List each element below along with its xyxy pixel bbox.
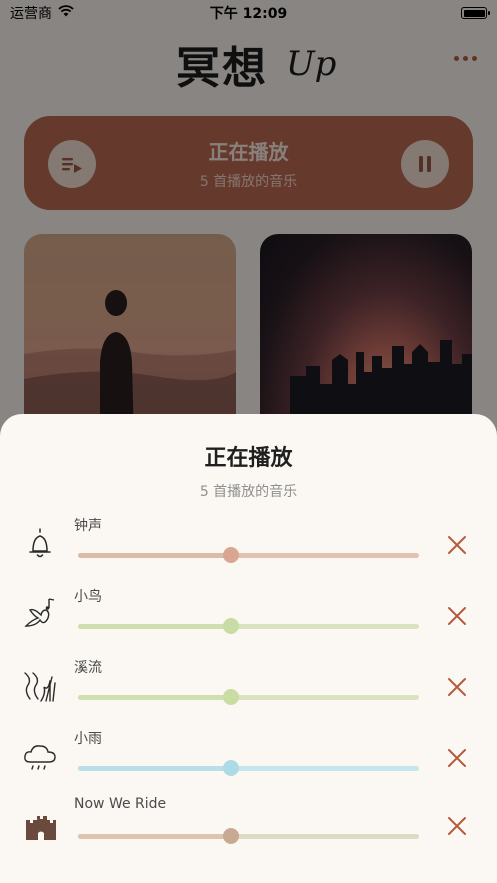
track-name: 小鸟 xyxy=(74,589,102,605)
sheet-subtitle: 5 首播放的音乐 xyxy=(199,484,298,500)
volume-slider[interactable] xyxy=(78,547,419,563)
close-icon xyxy=(448,678,466,696)
volume-slider-knob[interactable] xyxy=(223,828,240,844)
remove-track-button[interactable] xyxy=(446,534,468,556)
sheet-title: 正在播放 xyxy=(204,446,293,471)
volume-slider-knob[interactable] xyxy=(223,689,240,705)
remove-track-button[interactable] xyxy=(446,747,468,769)
track-row: 小鸟 xyxy=(0,586,497,656)
close-icon xyxy=(448,749,466,767)
track-row: 小雨 xyxy=(0,728,497,798)
track-name: Now We Ride xyxy=(74,796,167,812)
track-row: Now We Ride xyxy=(0,796,497,866)
track-row: 钟声 xyxy=(0,515,497,585)
castle-icon xyxy=(22,806,58,842)
stream-icon xyxy=(22,667,58,703)
close-icon xyxy=(448,607,466,625)
track-row: 溪流 xyxy=(0,657,497,727)
remove-track-button[interactable] xyxy=(446,676,468,698)
volume-slider-knob[interactable] xyxy=(223,547,240,563)
remove-track-button[interactable] xyxy=(446,605,468,627)
close-icon xyxy=(448,817,466,835)
volume-slider[interactable] xyxy=(78,689,419,705)
volume-slider[interactable] xyxy=(78,760,419,776)
bird-icon xyxy=(22,596,58,632)
track-name: 溪流 xyxy=(74,660,102,676)
track-name: 小雨 xyxy=(74,731,102,747)
volume-slider-knob[interactable] xyxy=(223,760,240,776)
volume-slider[interactable] xyxy=(78,828,419,844)
close-icon xyxy=(448,536,466,554)
bell-icon xyxy=(22,525,58,561)
rain-cloud-icon xyxy=(22,738,58,774)
remove-track-button[interactable] xyxy=(446,815,468,837)
now-playing-sheet: 正在播放 5 首播放的音乐 钟声 小鸟 溪流 小雨 Now We Ride xyxy=(0,414,497,883)
volume-slider-knob[interactable] xyxy=(223,618,240,634)
volume-slider[interactable] xyxy=(78,618,419,634)
track-name: 钟声 xyxy=(74,518,102,534)
